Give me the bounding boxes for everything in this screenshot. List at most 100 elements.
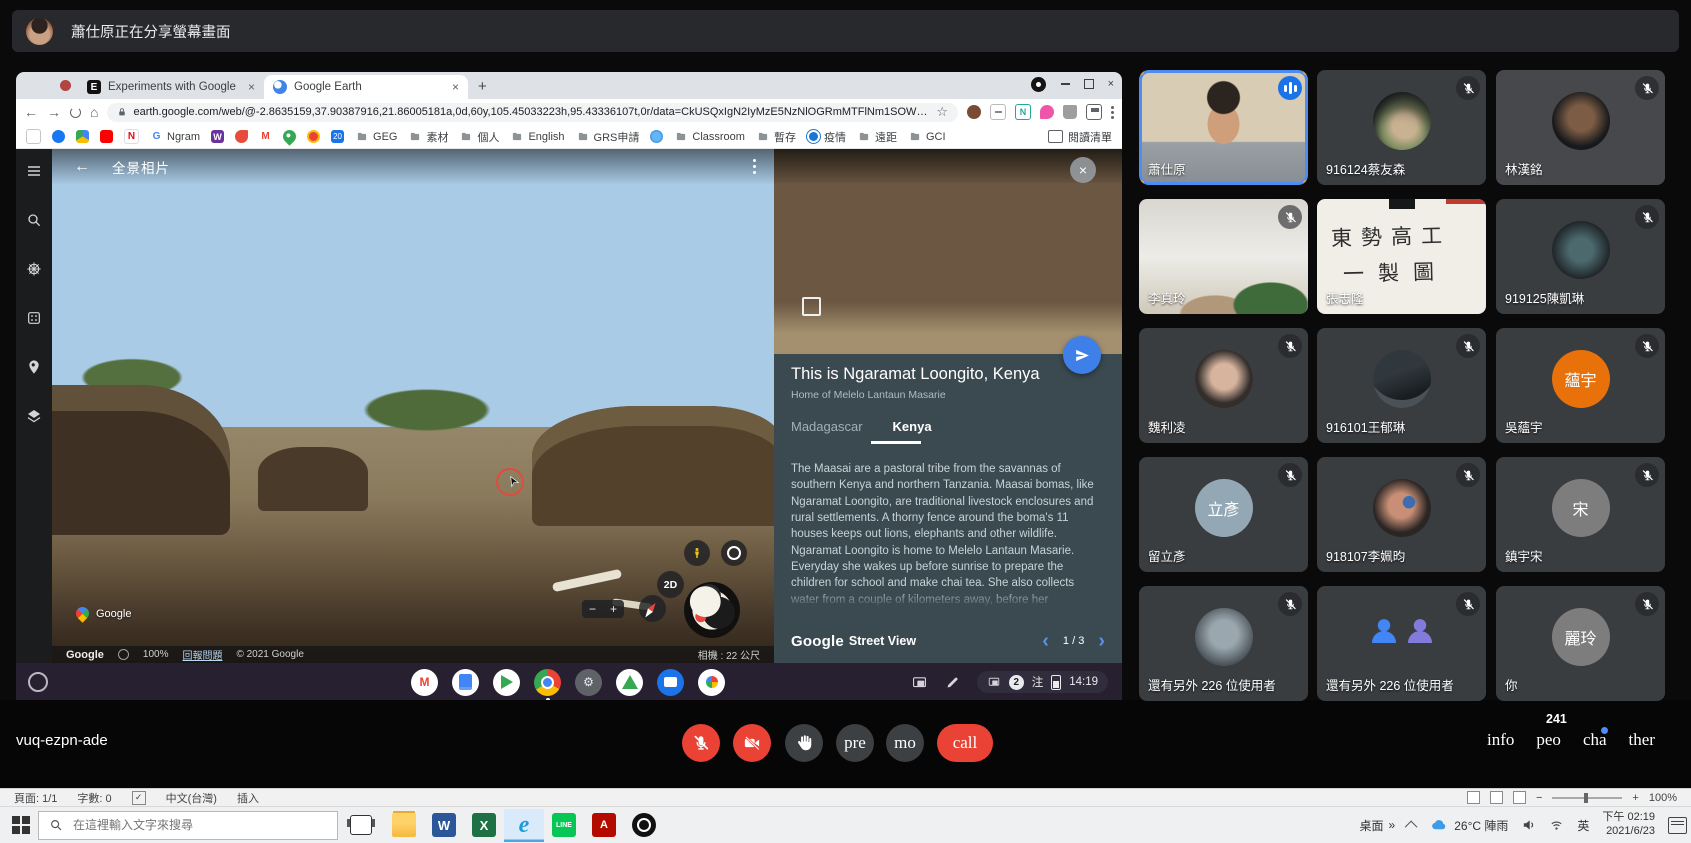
web-store-app-icon[interactable] xyxy=(698,669,725,696)
minimize-button[interactable] xyxy=(1061,83,1070,85)
voyager-icon[interactable] xyxy=(26,261,42,277)
tile-participant[interactable]: 立彥 留立彥 xyxy=(1139,457,1308,572)
search-input[interactable] xyxy=(71,817,305,833)
bookmark-folder-english[interactable]: English xyxy=(510,131,564,143)
globe-bookmark-icon[interactable] xyxy=(650,130,663,143)
bookmark-star-icon[interactable]: ☆ xyxy=(936,104,948,120)
close-card-button[interactable]: × xyxy=(1070,157,1096,183)
hidden-icons-chevron[interactable] xyxy=(1405,820,1418,833)
reading-list-button[interactable]: 閱讀清單 xyxy=(1048,129,1112,145)
address-bar[interactable]: earth.google.com/web/@-2.8635159,37.9038… xyxy=(107,103,958,122)
tile-participant[interactable]: 李真玲 xyxy=(1139,199,1308,314)
netflix-bookmark-icon[interactable]: N xyxy=(124,129,139,144)
facebook-bookmark-icon[interactable] xyxy=(52,130,65,143)
home-button[interactable]: ⌂ xyxy=(90,105,98,119)
chrome-menu-icon[interactable] xyxy=(1111,106,1114,119)
extension-icon[interactable] xyxy=(990,104,1006,120)
globe-minimap[interactable] xyxy=(684,582,740,638)
zoom-in-button[interactable]: + xyxy=(610,602,617,616)
extension-icon[interactable] xyxy=(967,105,981,119)
info-button[interactable]: info xyxy=(1487,730,1514,750)
calendar-bookmark-icon[interactable]: 20 xyxy=(331,130,344,143)
close-window-button[interactable]: × xyxy=(1108,78,1114,90)
tile-self[interactable]: 蕭仕原 xyxy=(1139,70,1308,185)
play-store-app-icon[interactable] xyxy=(493,669,520,696)
prev-page-button[interactable]: ‹ xyxy=(1042,631,1049,651)
next-page-button[interactable]: › xyxy=(1098,631,1105,651)
drive-app-icon[interactable] xyxy=(616,669,643,696)
tab-google-earth[interactable]: Google Earth × xyxy=(264,75,468,99)
back-button[interactable]: ← xyxy=(24,105,38,119)
web-layout-icon[interactable] xyxy=(1513,791,1526,804)
reload-button[interactable] xyxy=(70,107,81,118)
search-icon[interactable] xyxy=(26,212,42,228)
tile-participant[interactable]: 魏利凌 xyxy=(1139,328,1308,443)
insert-mode[interactable]: 插入 xyxy=(237,790,259,806)
end-call-button[interactable]: call xyxy=(937,724,993,762)
zoom-slider-thumb[interactable] xyxy=(1584,793,1588,803)
tab-kenya[interactable]: Kenya xyxy=(893,419,932,434)
screenshot-extension-icon[interactable] xyxy=(1086,104,1102,120)
file-explorer-button[interactable] xyxy=(384,809,424,842)
desktop-toolbar[interactable]: 桌面 » xyxy=(1360,817,1396,834)
report-problem-link[interactable]: 回報問題 xyxy=(182,647,222,662)
launcher-button[interactable] xyxy=(28,672,48,692)
gmail-app-icon[interactable]: M xyxy=(411,669,438,696)
gmail-bookmark-icon[interactable]: M xyxy=(259,130,272,143)
ie-browser-button[interactable]: e xyxy=(504,809,544,842)
tile-participant[interactable]: 916101王郁琳 xyxy=(1317,328,1486,443)
zoom-slider[interactable] xyxy=(1552,797,1622,799)
docs-app-icon[interactable] xyxy=(452,669,479,696)
compass-button[interactable] xyxy=(639,595,666,622)
tab-madagascar[interactable]: Madagascar xyxy=(791,419,863,434)
tile-participant[interactable]: 還有另外 226 位使用者 xyxy=(1139,586,1308,701)
start-button[interactable] xyxy=(4,810,38,840)
tab-close-icon[interactable]: × xyxy=(452,80,459,94)
bookmark-folder-grs[interactable]: GRS申請 xyxy=(576,129,640,145)
bookmark-folder-remote[interactable]: 遠距 xyxy=(857,129,897,145)
share-fab-button[interactable] xyxy=(1063,336,1101,374)
pegman-button[interactable] xyxy=(684,540,710,566)
drive-bookmark-icon[interactable] xyxy=(76,130,89,143)
2d-toggle-button[interactable]: 2D xyxy=(657,571,684,598)
extension-icon[interactable]: N xyxy=(1015,104,1031,120)
tile-participant[interactable]: 919125陳凱琳 xyxy=(1496,199,1665,314)
placemark-icon[interactable] xyxy=(26,359,42,375)
street-view-photo[interactable] xyxy=(774,149,1122,354)
bookmark-covid[interactable]: 疫情 xyxy=(807,129,846,145)
speaker-icon[interactable] xyxy=(1521,818,1536,832)
read-mode-icon[interactable] xyxy=(1467,791,1480,804)
camera-app-button[interactable] xyxy=(624,809,664,842)
bookmark-folder-material[interactable]: 素材 xyxy=(408,129,448,145)
camera-toggle-button[interactable] xyxy=(733,724,771,762)
language-indicator[interactable]: 中文(台灣) xyxy=(166,790,217,806)
expand-icon[interactable] xyxy=(802,297,821,316)
chrome-app-icon[interactable] xyxy=(534,669,561,696)
zoom-percent[interactable]: 100% xyxy=(1649,792,1677,804)
extension-icon[interactable] xyxy=(1063,105,1077,119)
layers-icon[interactable] xyxy=(26,408,42,424)
bookmark-folder-classroom[interactable]: Classroom xyxy=(674,131,745,143)
tile-participant[interactable]: 蘊宇 吳蘊宇 xyxy=(1496,328,1665,443)
bookmark-favicon[interactable] xyxy=(307,130,320,143)
settings-app-icon[interactable]: ⚙ xyxy=(575,669,602,696)
tile-overflow-participants[interactable]: 還有另外 226 位使用者 還有另外 226 位使用者 還有另外 226 位使用… xyxy=(1317,586,1486,701)
tile-participant[interactable]: 林漢銘 xyxy=(1496,70,1665,185)
bookmark-favicon[interactable] xyxy=(235,130,248,143)
back-arrow-icon[interactable]: ← xyxy=(74,158,90,176)
acrobat-button[interactable]: A xyxy=(584,809,624,842)
tile-participant[interactable]: 東勢高工 一製圖 張志隆 xyxy=(1317,199,1486,314)
feeling-lucky-icon[interactable] xyxy=(26,310,42,326)
people-button[interactable]: peo xyxy=(1536,730,1561,750)
action-center-icon[interactable] xyxy=(1668,817,1687,834)
forward-button[interactable]: → xyxy=(47,105,61,119)
task-view-button[interactable] xyxy=(350,815,372,835)
ime-language-indicator[interactable]: 英 xyxy=(1577,817,1589,834)
zoom-controls[interactable]: − + xyxy=(582,600,624,618)
zoom-out-button[interactable]: − xyxy=(589,602,596,616)
bookmark-ngram[interactable]: G Ngram xyxy=(150,130,200,143)
tile-you[interactable]: 麗玲 你 xyxy=(1496,586,1665,701)
taskbar-clock[interactable]: 下午 02:19 2021/6/23 xyxy=(1602,811,1655,839)
screen-share-icon[interactable] xyxy=(911,675,928,690)
system-tray[interactable]: 2 注 14:19 xyxy=(977,671,1108,693)
